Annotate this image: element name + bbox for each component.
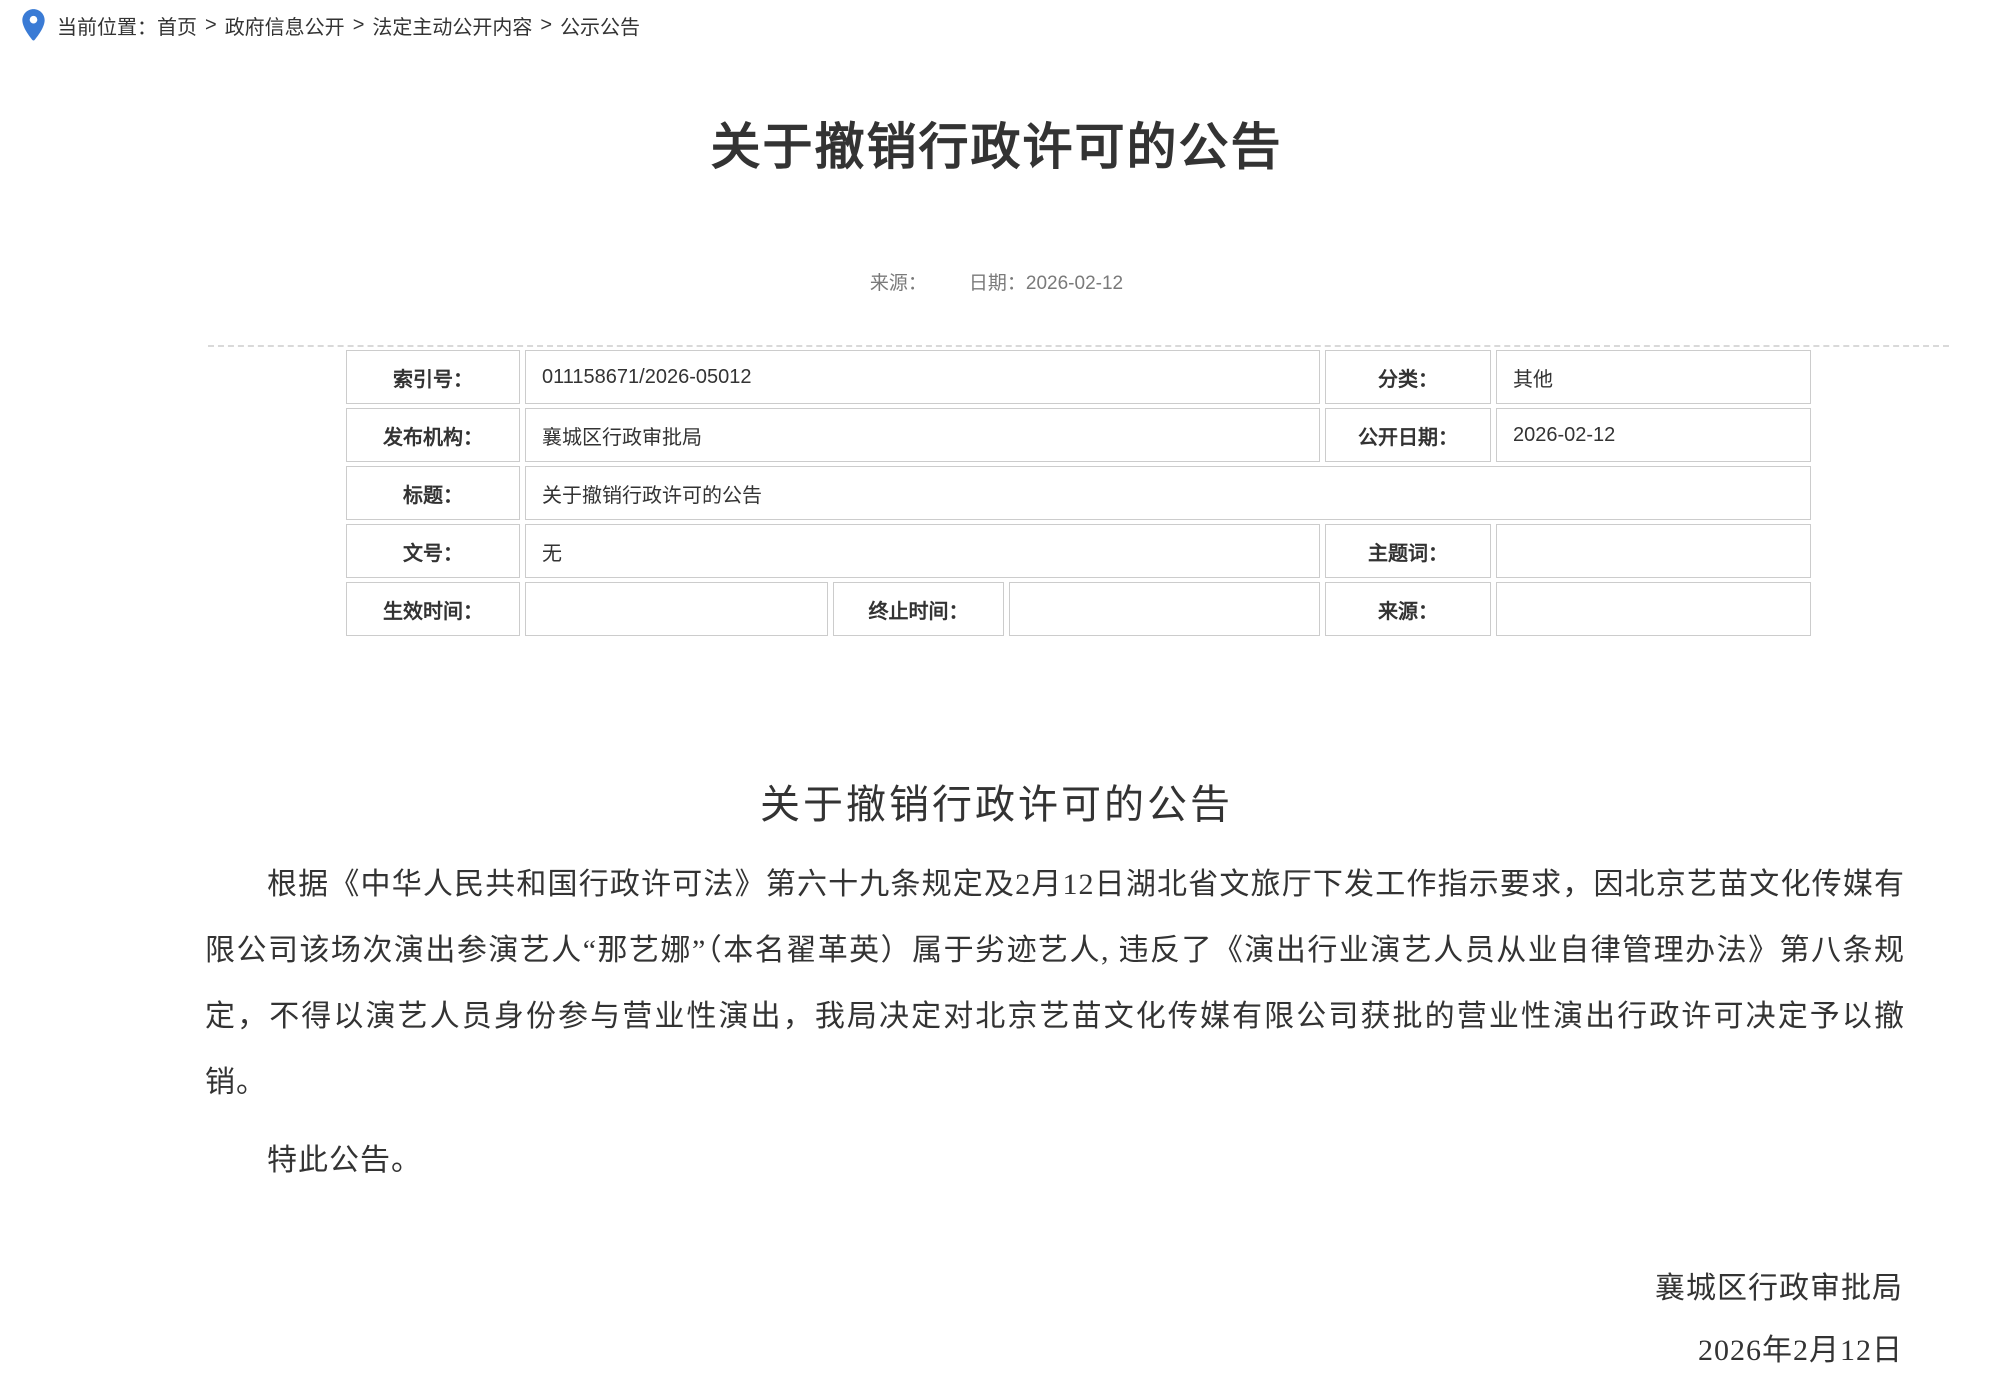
meta-label-title: 标题： (346, 466, 520, 520)
meta-label-source: 来源： (1325, 582, 1491, 636)
meta-value-keywords (1496, 524, 1811, 578)
meta-value-title: 关于撤销行政许可的公告 (525, 466, 1811, 520)
page-title: 关于撤销行政许可的公告 (0, 116, 1993, 178)
meta-value-source (1496, 582, 1811, 636)
source-date-line: 来源： 日期：2026-02-12 (0, 268, 1993, 295)
meta-table: 索引号： 011158671/2026-05012 分类： 其他 发布机构： 襄… (346, 350, 1811, 636)
document-paragraph-notice: 特此公告。 (205, 1128, 1905, 1194)
breadcrumb: 当前位置： 首页 > 政府信息公开 > 法定主动公开内容 > 公示公告 (20, 8, 640, 42)
meta-value-index-number: 011158671/2026-05012 (525, 350, 1320, 404)
signature-org: 襄城区行政审批局 (1655, 1258, 1903, 1320)
location-pin-icon (20, 8, 47, 42)
meta-value-end-time (1009, 582, 1320, 636)
page: 当前位置： 首页 > 政府信息公开 > 法定主动公开内容 > 公示公告 关于撤销… (0, 0, 1993, 1389)
date-label: 日期： (969, 273, 1026, 294)
document-body: 根据《中华人民共和国行政许可法》第六十九条规定及2月12日湖北省文旅厅下发工作指… (205, 852, 1905, 1194)
meta-value-effective-time (525, 582, 828, 636)
breadcrumb-item-gov-info-disclosure[interactable]: 政府信息公开 (225, 11, 345, 40)
source-label: 来源： (870, 273, 927, 294)
breadcrumb-prefix: 当前位置： (57, 11, 157, 40)
breadcrumb-item-home[interactable]: 首页 (157, 11, 197, 40)
meta-label-keywords: 主题词： (1325, 524, 1491, 578)
meta-label-end-time: 终止时间： (833, 582, 1004, 636)
meta-value-doc-number: 无 (525, 524, 1320, 578)
signature-block: 襄城区行政审批局 2026年2月12日 (1655, 1258, 1903, 1382)
meta-label-index-number: 索引号： (346, 350, 520, 404)
dashed-separator (208, 345, 1949, 347)
breadcrumb-separator: > (540, 14, 552, 37)
meta-value-issuing-agency: 襄城区行政审批局 (525, 408, 1320, 462)
meta-label-effective-time: 生效时间： (346, 582, 520, 636)
date-value: 2026-02-12 (1026, 273, 1123, 294)
meta-label-doc-number: 文号： (346, 524, 520, 578)
document-paragraph-main: 根据《中华人民共和国行政许可法》第六十九条规定及2月12日湖北省文旅厅下发工作指… (205, 852, 1905, 1116)
breadcrumb-separator: > (353, 14, 365, 37)
meta-label-category: 分类： (1325, 350, 1491, 404)
breadcrumb-item-public-notice[interactable]: 公示公告 (560, 11, 640, 40)
meta-label-publish-date: 公开日期： (1325, 408, 1491, 462)
signature-date: 2026年2月12日 (1655, 1320, 1903, 1382)
document-title: 关于撤销行政许可的公告 (0, 772, 1993, 830)
meta-value-publish-date: 2026-02-12 (1496, 408, 1811, 462)
meta-value-category: 其他 (1496, 350, 1811, 404)
breadcrumb-item-legal-proactive-disclosure[interactable]: 法定主动公开内容 (372, 11, 532, 40)
breadcrumb-separator: > (205, 14, 217, 37)
meta-label-issuing-agency: 发布机构： (346, 408, 520, 462)
